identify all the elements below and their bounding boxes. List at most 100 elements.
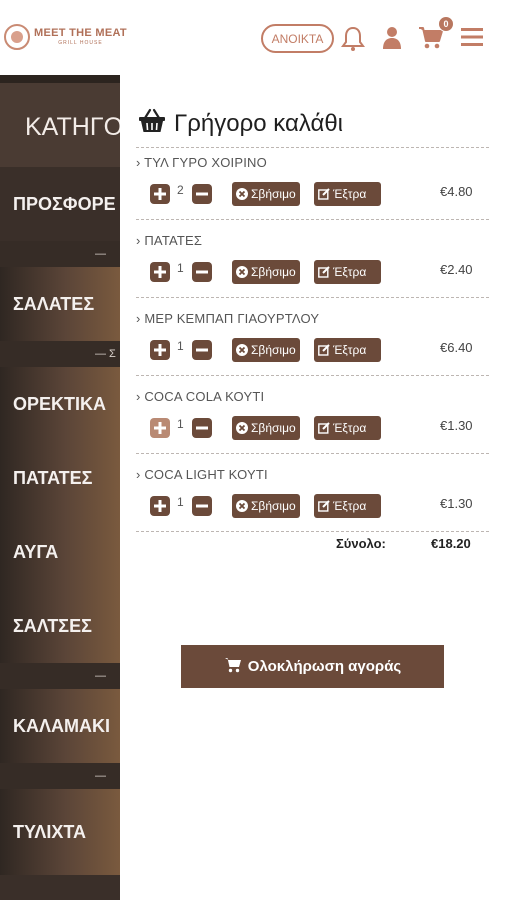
decrease-quantity-button[interactable] — [192, 418, 212, 438]
category-separator: — — [0, 241, 120, 267]
cart-item-name[interactable]: › ΠΑΤΑΤΕΣ — [136, 233, 202, 248]
delete-item-button[interactable]: Σβήσιμο — [232, 338, 300, 362]
delete-label: Σβήσιμο — [251, 343, 296, 357]
edit-icon — [318, 422, 330, 434]
category-appetizers[interactable]: ΟΡΕΚΤΙΚΑ — [0, 367, 120, 441]
edit-icon — [318, 500, 330, 512]
delete-item-button[interactable]: Σβήσιμο — [232, 416, 300, 440]
edit-icon — [318, 266, 330, 278]
category-salads[interactable]: ΣΑΛΑΤΕΣ — [0, 267, 120, 341]
remove-circle-icon — [236, 422, 248, 434]
cart-item-name[interactable]: › ΜΕΡ ΚΕΜΠΑΠ ΓΙΑΟΥΡΤΛΟΥ — [136, 311, 319, 326]
extras-button[interactable]: Έξτρα — [314, 416, 381, 440]
quick-cart-title: Γρήγορο καλάθι — [138, 108, 343, 139]
extras-label: Έξτρα — [333, 187, 367, 201]
plus-icon — [154, 500, 166, 512]
category-separator: — — [0, 663, 120, 689]
categories-sidebar: ΚΑΤΗΓΟ ΠΡΟΣΦΟΡΕ — ΣΑΛΑΤΕΣ — Σ ΟΡΕΚΤΙΚΑ Π… — [0, 75, 120, 900]
item-price: €4.80 — [440, 184, 473, 199]
cart-item-name[interactable]: › ΤΥΛ ΓΥΡΟ ΧΟΙΡΙΝΟ — [136, 155, 267, 170]
plus-icon — [154, 266, 166, 278]
divider — [136, 297, 489, 298]
logo-mark-icon — [4, 24, 30, 50]
total-value: €18.20 — [431, 536, 471, 551]
cart-item-name[interactable]: › COCA LIGHT ΚΟΥΤΙ — [136, 467, 268, 482]
cart-item-name[interactable]: › COCA COLA ΚΟΥΤΙ — [136, 389, 264, 404]
logo-subtitle: GRILL HOUSE — [58, 40, 103, 46]
category-fries[interactable]: ΠΑΤΑΤΕΣ — [0, 441, 120, 515]
delete-label: Σβήσιμο — [251, 265, 296, 279]
extras-label: Έξτρα — [333, 265, 367, 279]
extras-label: Έξτρα — [333, 343, 367, 357]
basket-icon — [138, 108, 166, 139]
decrease-quantity-button[interactable] — [192, 184, 212, 204]
extras-label: Έξτρα — [333, 499, 367, 513]
minus-icon — [196, 504, 208, 508]
divider — [136, 375, 489, 376]
extras-button[interactable]: Έξτρα — [314, 338, 381, 362]
quantity-value: 1 — [177, 261, 184, 275]
extras-button[interactable]: Έξτρα — [314, 182, 381, 206]
quick-cart-panel: Γρήγορο καλάθι › ΤΥΛ ΓΥΡΟ ΧΟΙΡΙΝΟ 2 Σβήσ… — [120, 75, 506, 900]
item-price: €1.30 — [440, 496, 473, 511]
quantity-value: 2 — [177, 183, 184, 197]
app-header: MEET THE MEAT GRILL HOUSE ΑΝΟΙΚΤΑ 0 — [0, 0, 506, 75]
category-skewers[interactable]: ΚΑΛΑΜΑΚΙ — [0, 689, 120, 763]
edit-icon — [318, 188, 330, 200]
extras-label: Έξτρα — [333, 421, 367, 435]
extras-button[interactable]: Έξτρα — [314, 494, 381, 518]
hamburger-menu-icon[interactable] — [460, 26, 484, 53]
delete-item-button[interactable]: Σβήσιμο — [232, 182, 300, 206]
increase-quantity-button[interactable] — [150, 418, 170, 438]
increase-quantity-button[interactable] — [150, 496, 170, 516]
item-price: €6.40 — [440, 340, 473, 355]
divider — [136, 453, 489, 454]
plus-icon — [154, 188, 166, 200]
cart-icon[interactable] — [418, 26, 444, 55]
delete-item-button[interactable]: Σβήσιμο — [232, 260, 300, 284]
remove-circle-icon — [236, 344, 248, 356]
plus-icon — [154, 344, 166, 356]
item-price: €1.30 — [440, 418, 473, 433]
cart-icon — [224, 657, 242, 677]
quick-cart-title-text: Γρήγορο καλάθι — [174, 109, 344, 137]
cart-count-badge: 0 — [438, 16, 454, 32]
brand-logo[interactable]: MEET THE MEAT GRILL HOUSE — [4, 24, 127, 50]
divider — [136, 531, 489, 532]
minus-icon — [196, 192, 208, 196]
increase-quantity-button[interactable] — [150, 184, 170, 204]
categories-heading: ΚΑΤΗΓΟ — [25, 113, 120, 141]
divider — [136, 147, 489, 148]
checkout-button[interactable]: Ολοκλήρωση αγοράς — [181, 645, 444, 688]
open-status-badge[interactable]: ΑΝΟΙΚΤΑ — [261, 24, 334, 53]
quantity-value: 1 — [177, 495, 184, 509]
delete-item-button[interactable]: Σβήσιμο — [232, 494, 300, 518]
item-price: €2.40 — [440, 262, 473, 277]
quantity-value: 1 — [177, 417, 184, 431]
plus-icon — [154, 422, 166, 434]
total-label: Σύνολο: — [336, 536, 386, 551]
bell-icon[interactable] — [341, 26, 365, 57]
remove-circle-icon — [236, 188, 248, 200]
increase-quantity-button[interactable] — [150, 262, 170, 282]
delete-label: Σβήσιμο — [251, 421, 296, 435]
delete-label: Σβήσιμο — [251, 187, 296, 201]
category-cypriot[interactable]: ΚΥΠΡΙΑΚΗ — [0, 875, 120, 900]
logo-title: MEET THE MEAT — [34, 27, 127, 39]
category-offers[interactable]: ΠΡΟΣΦΟΡΕ — [0, 167, 120, 241]
category-eggs[interactable]: ΑΥΓΑ — [0, 515, 120, 589]
categories-heading-box: ΚΑΤΗΓΟ — [0, 83, 120, 167]
decrease-quantity-button[interactable] — [192, 262, 212, 282]
category-sauces[interactable]: ΣΑΛΤΣΕΣ — [0, 589, 120, 663]
increase-quantity-button[interactable] — [150, 340, 170, 360]
user-icon[interactable] — [382, 26, 402, 55]
category-wraps[interactable]: ΤΥΛΙΧΤΑ — [0, 789, 120, 875]
extras-button[interactable]: Έξτρα — [314, 260, 381, 284]
category-separator: — Σ — [0, 341, 120, 367]
decrease-quantity-button[interactable] — [192, 340, 212, 360]
checkout-label: Ολοκλήρωση αγοράς — [247, 658, 402, 675]
remove-circle-icon — [236, 266, 248, 278]
minus-icon — [196, 270, 208, 274]
decrease-quantity-button[interactable] — [192, 496, 212, 516]
quantity-value: 1 — [177, 339, 184, 353]
